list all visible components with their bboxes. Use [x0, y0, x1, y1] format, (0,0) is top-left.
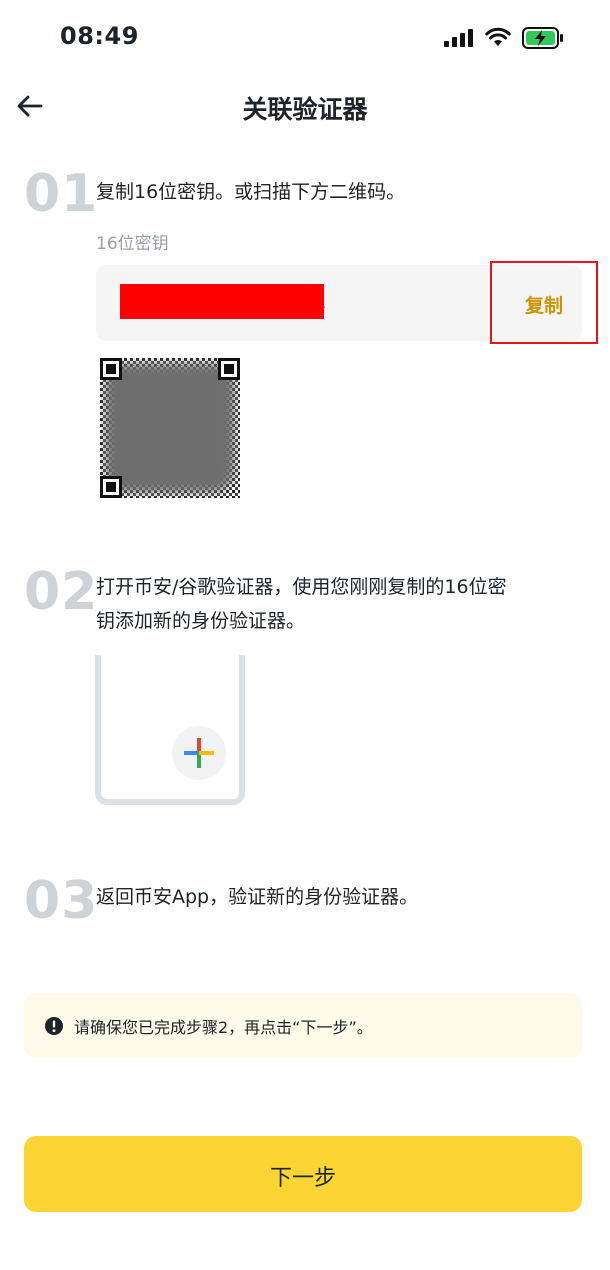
page-title: 关联验证器	[242, 95, 368, 124]
step-number-2: 02	[24, 562, 99, 622]
step-1-text: 复制16位密钥。或扫描下方二维码。	[96, 181, 406, 203]
step-3-text: 返回币安App，验证新的身份验证器。	[96, 886, 419, 908]
next-step-button[interactable]: 下一步	[24, 1136, 582, 1212]
wifi-icon	[485, 27, 511, 46]
cellular-signal-icon	[444, 29, 473, 47]
status-time: 08:49	[60, 22, 139, 50]
secret-key-redaction	[120, 284, 324, 319]
secret-key-label: 16位密钥	[96, 234, 169, 254]
nav-bar: 关联验证器	[0, 80, 610, 132]
step-2-text-line2: 钥添加新的身份验证器。	[96, 610, 306, 632]
notice-text: 请确保您已完成步骤2，再点击“下一步”。	[74, 1018, 373, 1037]
step-number-3: 03	[24, 871, 99, 931]
battery-charging-icon	[522, 27, 563, 49]
next-step-label: 下一步	[269, 1166, 336, 1191]
notice-banner: 请确保您已完成步骤2，再点击“下一步”。	[24, 993, 582, 1058]
step-2-text-line1: 打开币安/谷歌验证器，使用您刚刚复制的16位密	[96, 576, 507, 598]
status-bar: 08:49	[0, 0, 610, 76]
step-number-1: 01	[24, 164, 99, 224]
qr-code[interactable]	[100, 358, 240, 498]
google-plus-icon	[172, 726, 226, 780]
alert-icon	[45, 1017, 63, 1035]
copy-button-label: 复制	[524, 295, 563, 317]
copy-key-button[interactable]: 复制	[490, 261, 598, 344]
